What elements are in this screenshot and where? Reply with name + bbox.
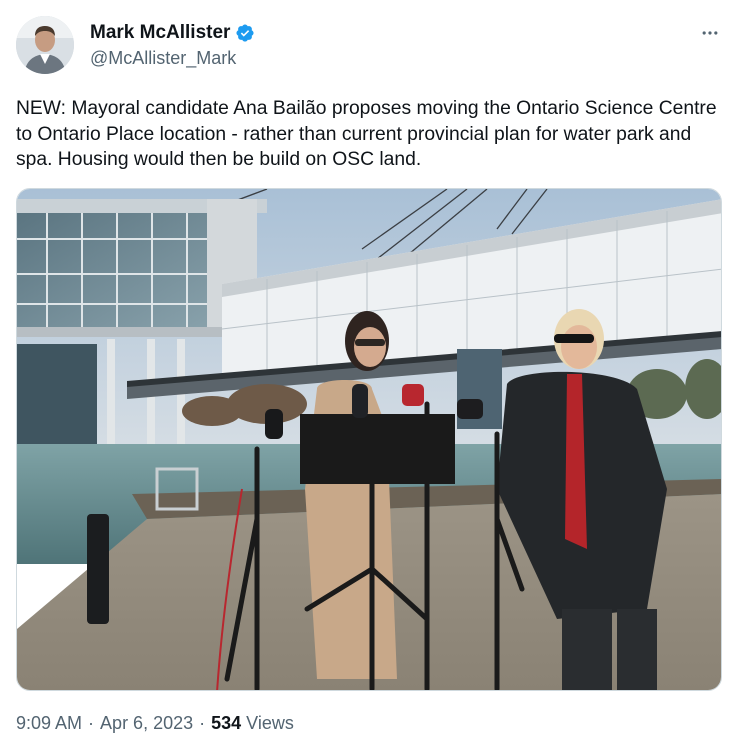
tweet-date[interactable]: Apr 6, 2023 [100, 713, 193, 734]
tweet-meta: 9:09 AM · Apr 6, 2023 · 534 Views [16, 713, 294, 734]
tweet-text: NEW: Mayoral candidate Ana Bailão propos… [16, 98, 717, 170]
author-name-row: Mark McAllister [90, 20, 255, 46]
views-count[interactable]: 534 [211, 713, 241, 734]
tweet-photo[interactable] [16, 188, 722, 691]
tweet: Mark McAllister @McAllister_Mark NEW: Ma… [0, 0, 741, 753]
more-horizontal-icon [702, 31, 718, 35]
person-avatar-icon [16, 16, 74, 74]
more-options-button[interactable] [699, 22, 721, 44]
verified-badge-icon[interactable] [235, 23, 255, 43]
meta-separator: · [88, 713, 95, 733]
views-label[interactable]: Views [246, 713, 294, 734]
author-handle[interactable]: @McAllister_Mark [90, 48, 255, 69]
author-block: Mark McAllister @McAllister_Mark [90, 20, 255, 69]
tweet-time[interactable]: 9:09 AM [16, 713, 82, 734]
author-name[interactable]: Mark McAllister [90, 22, 230, 44]
press-conference-photo-icon [17, 189, 721, 690]
avatar[interactable] [16, 16, 74, 74]
meta-separator: · [199, 713, 206, 733]
